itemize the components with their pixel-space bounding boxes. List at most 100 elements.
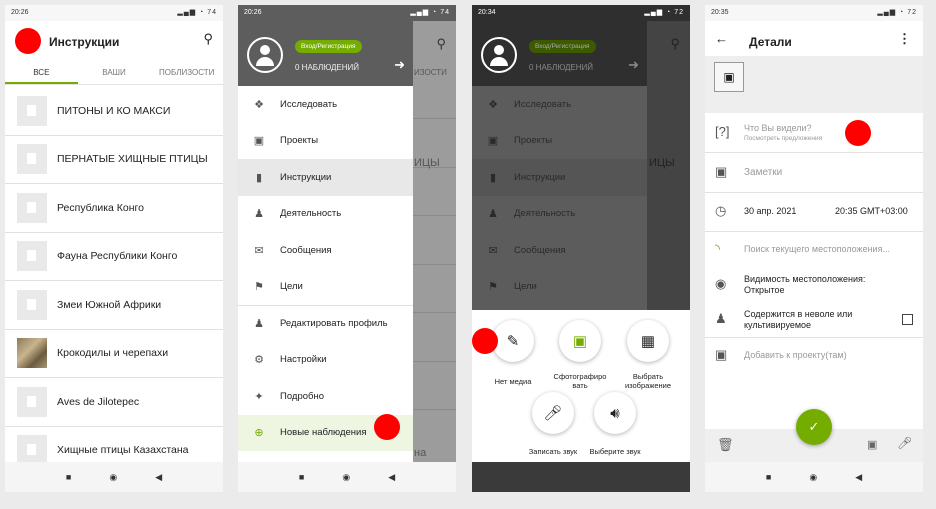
notes-field[interactable]: ▣ Заметки [705, 153, 923, 193]
marker-dot [845, 120, 871, 146]
image-icon: ▦ [640, 333, 656, 350]
login-button: Вход/Регистрация [529, 40, 596, 53]
guide-title: Хищные птицы Казахстана [57, 444, 189, 457]
guide-thumbnail [17, 95, 47, 126]
captive-icon: ♟ [715, 311, 727, 326]
back-arrow-icon[interactable]: ← [715, 31, 728, 46]
back-icon[interactable]: ◀ [388, 472, 395, 483]
menu-item-settings[interactable]: ⚙ Настройки [238, 342, 413, 379]
list-item[interactable]: Фауна Республики Конго [5, 233, 223, 281]
species-scan-icon: [?] [715, 124, 730, 139]
project-field[interactable]: ▣ Добавить к проекту(там) [705, 338, 923, 374]
status-icons: ▂▄▆ ◔ 72 [644, 9, 684, 16]
choose-image-label: Выбрать изображение [624, 372, 672, 390]
recents-icon[interactable]: ■ [299, 472, 304, 482]
marker-dot [15, 28, 41, 54]
tab-yours[interactable]: ВАШИ [78, 63, 151, 84]
species-field[interactable]: [?] Что Вы видели? Посмотреть предложени… [705, 113, 923, 153]
menu-item-projects[interactable]: ▣ Проекты [238, 123, 413, 160]
battery-level: 74 [207, 9, 217, 16]
tab-all[interactable]: ВСЕ [5, 63, 78, 84]
list-item[interactable]: Aves de Jilotepec [5, 378, 223, 427]
status-time: 20:26 [11, 9, 29, 16]
dimmed-footer [472, 462, 690, 492]
page-title: Инструкции [49, 35, 120, 49]
screen-media-chooser: 20:34 ▂▄▆ ◔ 72 ⚲ ИЦЫ Вход/Регистрация 0 … [472, 5, 690, 492]
list-item[interactable]: Крокодилы и черепахи [5, 330, 223, 378]
status-bar: 20:35 ▂▄▆ ◔ 72 [705, 5, 923, 21]
camera-icon[interactable]: ▣ [867, 438, 877, 451]
trash-icon[interactable]: 🗑︎ [717, 437, 734, 453]
recents-icon[interactable]: ■ [766, 472, 771, 482]
guide-title: Фауна Республики Конго [57, 250, 178, 263]
behind-text: ИЦЫ [649, 157, 675, 169]
book-icon: ▮ [489, 171, 497, 184]
menu-label: Исследовать [280, 98, 338, 110]
more-vert-icon[interactable]: ⋮ [898, 31, 911, 47]
microphone-icon[interactable]: 🎤︎ [897, 436, 912, 450]
choose-sound-button[interactable]: 🔊︎ [594, 392, 636, 434]
menu-item-activity: ♟ Деятельность [472, 196, 647, 233]
list-item[interactable]: Змеи Южной Африки [5, 281, 223, 330]
behind-text: ИЦЫ [414, 157, 440, 169]
menu-label: Редактировать профиль [280, 318, 388, 330]
guide-thumbnail [17, 192, 47, 223]
back-icon[interactable]: ◀ [855, 472, 862, 483]
add-photo-button[interactable]: ▣ [714, 62, 744, 92]
location-field[interactable]: ◝ Поиск текущего местоположения... [705, 232, 923, 267]
record-sound-label: Записать звук [528, 447, 578, 456]
guide-title: Змеи Южной Африки [57, 298, 162, 311]
system-nav-bar: ■ ◉ ◀ [238, 462, 456, 492]
captive-text: Содержится в неволе или культивируемое [744, 309, 853, 330]
login-button[interactable]: Вход/Регистрация [295, 40, 362, 53]
list-item[interactable]: Республика Конго [5, 184, 223, 233]
menu-item-about[interactable]: ✦ Подробно [238, 378, 413, 415]
arrow-right-icon: ➜ [628, 57, 639, 72]
menu-item-explore[interactable]: ❖ Исследовать [238, 86, 413, 123]
search-icon[interactable]: ⚲ [203, 31, 213, 47]
guide-title: Крокодилы и черепахи [57, 347, 169, 360]
guide-thumbnail [17, 386, 47, 417]
captive-field[interactable]: ♟ Содержится в неволе или культивируемое [705, 302, 923, 338]
menu-label: Настройки [280, 354, 327, 366]
menu-item-goals[interactable]: ⚑ Цели [238, 269, 413, 306]
record-sound-button[interactable]: 🎤︎ [532, 392, 574, 434]
back-icon[interactable]: ◀ [155, 472, 162, 483]
guide-thumbnail [17, 241, 47, 272]
menu-item-activity[interactable]: ♟ Деятельность [238, 196, 413, 233]
drawer-menu: ❖ Исследовать ▣ Проекты ▮ Инструкции ♟ Деяте… [472, 86, 647, 305]
datetime-field[interactable]: ◷ 30 апр. 2021 20:35 GMT+03:00 [705, 193, 923, 232]
guide-thumbnail [17, 289, 47, 320]
captive-checkbox[interactable] [902, 314, 913, 325]
menu-item-messages[interactable]: ✉ Сообщения [238, 232, 413, 269]
avatar [481, 37, 517, 73]
arrow-right-icon[interactable]: ➜ [394, 57, 405, 73]
status-bar: 20:26 ▂▄▆ ◔ 74 [238, 5, 456, 21]
list-item[interactable]: ПЕРНАТЫЕ ХИЩНЫЕ ПТИЦЫ [5, 136, 223, 184]
list-item[interactable]: ПИТОНЫ И КО МАКСИ [5, 87, 223, 136]
menu-item-edit-profile[interactable]: ♟ Редактировать профиль [238, 305, 413, 342]
view-suggestions-label[interactable]: Посмотреть предложения [744, 135, 822, 142]
marker-dot [374, 414, 400, 440]
recents-icon[interactable]: ■ [66, 472, 71, 482]
menu-label: Деятельность [514, 208, 576, 220]
status-icons: ▂▄▆ ◔ 74 [410, 9, 450, 16]
no-media-label: Нет медиа [494, 377, 532, 386]
home-icon[interactable]: ◉ [809, 472, 817, 483]
take-photo-button[interactable]: ▣ [559, 320, 601, 362]
home-icon[interactable]: ◉ [342, 472, 350, 483]
menu-item-guides[interactable]: ▮ Инструкции [238, 159, 413, 196]
flag-icon: ⚑ [254, 281, 264, 294]
add-photo-icon: ▣ [723, 70, 735, 84]
no-media-button[interactable]: ✎ [492, 320, 534, 362]
observation-count: 0 НАБЛЮДЕНИЙ [295, 63, 360, 72]
choose-image-button[interactable]: ▦ [627, 320, 669, 362]
avatar[interactable] [247, 37, 283, 73]
home-icon[interactable]: ◉ [109, 472, 117, 483]
dimmed-drawer: Вход/Регистрация 0 НАБЛЮДЕНИЙ ➜ ❖ Исследо… [472, 21, 647, 311]
battery-level: 74 [440, 9, 450, 16]
battery-level: 72 [674, 9, 684, 16]
save-button[interactable]: ✓ [796, 409, 832, 445]
tab-nearby[interactable]: ПОБЛИЗОСТИ [150, 63, 223, 84]
location-visibility-field[interactable]: ◉ Видимость местоположения: Открытое [705, 267, 923, 302]
